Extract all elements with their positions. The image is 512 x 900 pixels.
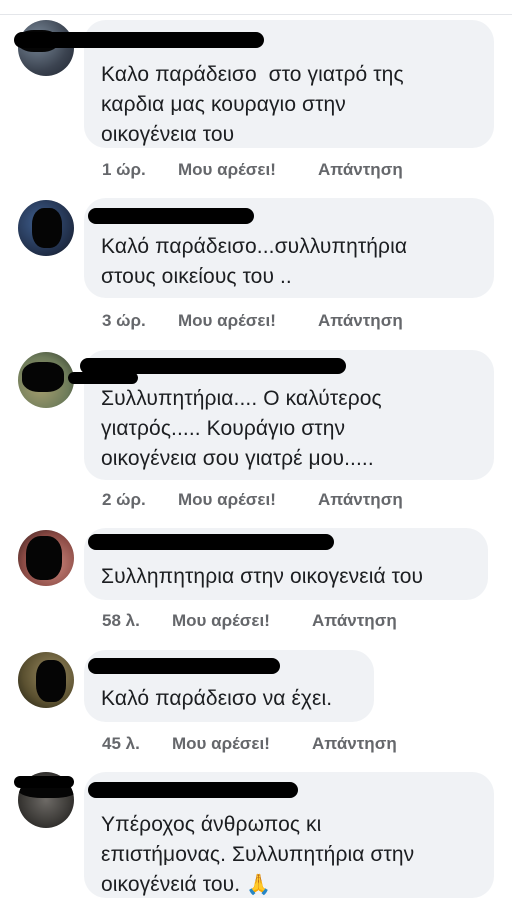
redacted-author-name[interactable] — [88, 534, 334, 550]
like-button[interactable]: Μου αρέσει! — [172, 611, 270, 631]
comment-time[interactable]: 58 λ. — [102, 611, 140, 631]
avatar[interactable] — [18, 652, 74, 708]
comment-bubble: Καλό παράδεισο...συλλυπητήρια στους οικε… — [84, 198, 494, 298]
comment-bubble: Καλό παράδεισο να έχει. — [84, 650, 374, 722]
redacted-author-name[interactable] — [88, 782, 298, 798]
top-divider — [0, 0, 512, 15]
avatar[interactable] — [18, 20, 74, 76]
reply-button[interactable]: Απάντηση — [312, 734, 397, 754]
avatar[interactable] — [18, 352, 74, 408]
like-button[interactable]: Μου αρέσει! — [172, 734, 270, 754]
comment-bubble: Καλο παράδεισο στο γιατρό της καρδια μας… — [14, 20, 494, 148]
comment-text: Καλό παράδεισο να έχει. — [101, 687, 333, 710]
redacted-author-name[interactable] — [88, 658, 280, 674]
avatar[interactable] — [18, 200, 74, 256]
like-button[interactable]: Μου αρέσει! — [178, 311, 276, 331]
comment-time[interactable]: 45 λ. — [102, 734, 140, 754]
redacted-author-name[interactable] — [88, 208, 254, 224]
reply-button[interactable]: Απάντηση — [318, 160, 403, 180]
praying-hands-icon: 🙏 — [246, 874, 272, 896]
comment-bubble: Συλλυπητήρια.... Ο καλύτερος γιατρός....… — [68, 350, 494, 480]
comment-time[interactable]: 2 ώρ. — [102, 490, 146, 510]
reply-button[interactable]: Απάντηση — [312, 611, 397, 631]
comment-bubble: Υπέροχος άνθρωπος κι επιστήμονας. Συλλυπ… — [14, 772, 494, 900]
comment-text: Καλό παράδεισο...συλλυπητήρια στους οικε… — [101, 235, 408, 288]
redacted-author-name-2 — [68, 372, 138, 384]
comment-text: Συλληπητηρια στην οικογενειά του — [101, 565, 424, 588]
comment-text: Καλο παράδεισο στο γιατρό της καρδια μας… — [101, 63, 404, 146]
redacted-author-name-2 — [14, 776, 74, 788]
comment-time[interactable]: 1 ώρ. — [102, 160, 146, 180]
comment-text: Συλλυπητήρια.... Ο καλύτερος γιατρός....… — [101, 387, 382, 470]
redacted-author-name[interactable] — [14, 32, 264, 48]
comment-bubble: Συλληπητηρια στην οικογενειά του — [84, 528, 488, 600]
avatar[interactable] — [18, 530, 74, 586]
like-button[interactable]: Μου αρέσει! — [178, 160, 276, 180]
comment-time[interactable]: 3 ώρ. — [102, 311, 146, 331]
reply-button[interactable]: Απάντηση — [318, 311, 403, 331]
comment-text: Υπέροχος άνθρωπος κι επιστήμονας. Συλλυπ… — [101, 810, 414, 900]
like-button[interactable]: Μου αρέσει! — [178, 490, 276, 510]
reply-button[interactable]: Απάντηση — [318, 490, 403, 510]
